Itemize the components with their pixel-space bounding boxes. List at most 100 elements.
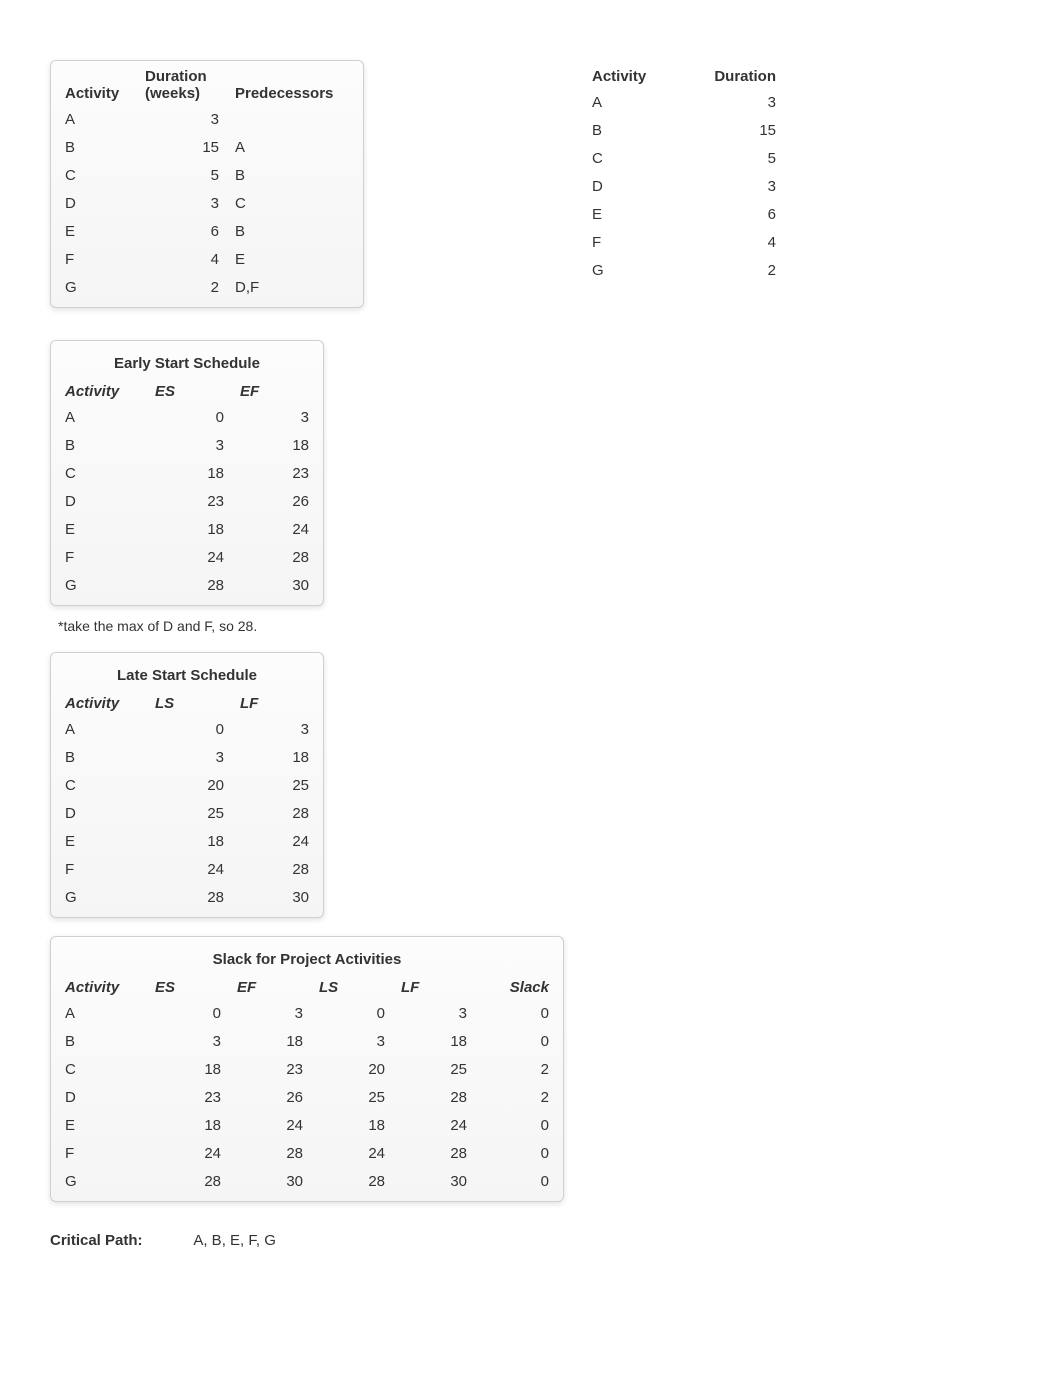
table-row: E182418240: [57, 1111, 557, 1139]
cell-activity: B: [57, 133, 137, 161]
critical-path-value: A, B, E, F, G: [193, 1232, 276, 1249]
cell-activity: F: [57, 245, 137, 273]
header-activity: Activity: [57, 971, 147, 999]
cell-ls: 3: [311, 1027, 393, 1055]
early-start-table: Early Start Schedule Activity ES EF A03 …: [57, 345, 317, 599]
cell-ls: 20: [311, 1055, 393, 1083]
cell-lf: 25: [393, 1055, 475, 1083]
cell-duration: 15: [137, 133, 227, 161]
duration-table-box: Activity Duration A3 B15 C5 D3 E6 F4 G2: [584, 60, 784, 320]
header-duration-l2: (weeks): [145, 85, 200, 102]
cell-lf: 3: [232, 715, 317, 743]
cell-ls: 24: [311, 1139, 393, 1167]
early-start-note: *take the max of D and F, so 28.: [58, 618, 1012, 634]
table-row: C5B: [57, 161, 357, 189]
table-row: C2025: [57, 771, 317, 799]
cell-lf: 24: [393, 1111, 475, 1139]
cell-lf: 25: [232, 771, 317, 799]
cell-activity: C: [57, 771, 147, 799]
cell-activity: A: [57, 105, 137, 133]
cell-activity: E: [57, 217, 137, 245]
cell-activity: B: [57, 743, 147, 771]
cell-ef: 24: [229, 1111, 311, 1139]
table-row: C1823: [57, 459, 317, 487]
cell-lf: 24: [232, 827, 317, 855]
cell-slack: 0: [475, 1027, 557, 1055]
table-row: G283028300: [57, 1167, 557, 1195]
cell-predecessors: A: [227, 133, 357, 161]
cell-activity: E: [57, 515, 147, 543]
cell-slack: 0: [475, 1139, 557, 1167]
cell-ls: 20: [147, 771, 232, 799]
cell-ef: 30: [229, 1167, 311, 1195]
table-row: F4: [584, 228, 784, 256]
cell-ef: 30: [232, 571, 317, 599]
duration-table: Activity Duration A3 B15 C5 D3 E6 F4 G2: [584, 60, 784, 284]
late-start-table: Late Start Schedule Activity LS LF A03 B…: [57, 657, 317, 911]
table-row: D3C: [57, 189, 357, 217]
cell-activity: A: [57, 715, 147, 743]
cell-ls: 18: [311, 1111, 393, 1139]
cell-activity: G: [57, 571, 147, 599]
cell-duration: 5: [674, 144, 784, 172]
cell-predecessors: D,F: [227, 273, 357, 301]
cell-activity: E: [57, 1111, 147, 1139]
cell-lf: 3: [393, 999, 475, 1027]
cell-es: 18: [147, 1055, 229, 1083]
cell-activity: E: [57, 827, 147, 855]
table-row: F2428: [57, 543, 317, 571]
cell-lf: 30: [232, 883, 317, 911]
header-ls: LS: [147, 687, 232, 715]
table-row: B15A: [57, 133, 357, 161]
header-es: ES: [147, 375, 232, 403]
table-row: A03: [57, 715, 317, 743]
table-row: B15: [584, 116, 784, 144]
cell-ef: 26: [232, 487, 317, 515]
cell-activity: G: [57, 883, 147, 911]
cell-duration: 2: [674, 256, 784, 284]
table-row: G2: [584, 256, 784, 284]
cell-es: 23: [147, 1083, 229, 1111]
header-activity: Activity: [57, 375, 147, 403]
cell-activity: B: [57, 431, 147, 459]
header-duration-weeks: Duration (weeks): [137, 65, 227, 105]
table-row: F4E: [57, 245, 357, 273]
cell-activity: D: [57, 799, 147, 827]
table-row: B318: [57, 743, 317, 771]
table-row: D2528: [57, 799, 317, 827]
slack-box: Slack for Project Activities Activity ES…: [50, 936, 564, 1202]
cell-ls: 25: [147, 799, 232, 827]
cell-ef: 28: [229, 1139, 311, 1167]
cell-es: 0: [147, 999, 229, 1027]
cell-duration: 3: [674, 172, 784, 200]
cell-lf: 28: [393, 1139, 475, 1167]
cell-predecessors: E: [227, 245, 357, 273]
cell-predecessors: B: [227, 217, 357, 245]
table-row: A3: [57, 105, 357, 133]
cell-activity: F: [57, 1139, 147, 1167]
table-row: B3183180: [57, 1027, 557, 1055]
header-activity: Activity: [57, 65, 137, 105]
cell-lf: 28: [393, 1083, 475, 1111]
critical-path-label: Critical Path:: [50, 1232, 190, 1249]
header-ef: EF: [232, 375, 317, 403]
cell-lf: 30: [393, 1167, 475, 1195]
table-row: C5: [584, 144, 784, 172]
cell-ls: 0: [147, 715, 232, 743]
cell-es: 23: [147, 487, 232, 515]
cell-ls: 3: [147, 743, 232, 771]
late-start-title: Late Start Schedule: [57, 657, 317, 687]
slack-title: Slack for Project Activities: [57, 941, 557, 971]
header-ls: LS: [311, 971, 393, 999]
cell-activity: G: [584, 256, 674, 284]
cell-lf: 18: [393, 1027, 475, 1055]
header-lf: LF: [232, 687, 317, 715]
header-duration-l1: Duration: [145, 68, 207, 85]
cell-slack: 2: [475, 1083, 557, 1111]
cell-slack: 0: [475, 1167, 557, 1195]
cell-es: 18: [147, 1111, 229, 1139]
cell-es: 0: [147, 403, 232, 431]
cell-es: 18: [147, 515, 232, 543]
cell-duration: 4: [137, 245, 227, 273]
cell-activity: F: [584, 228, 674, 256]
